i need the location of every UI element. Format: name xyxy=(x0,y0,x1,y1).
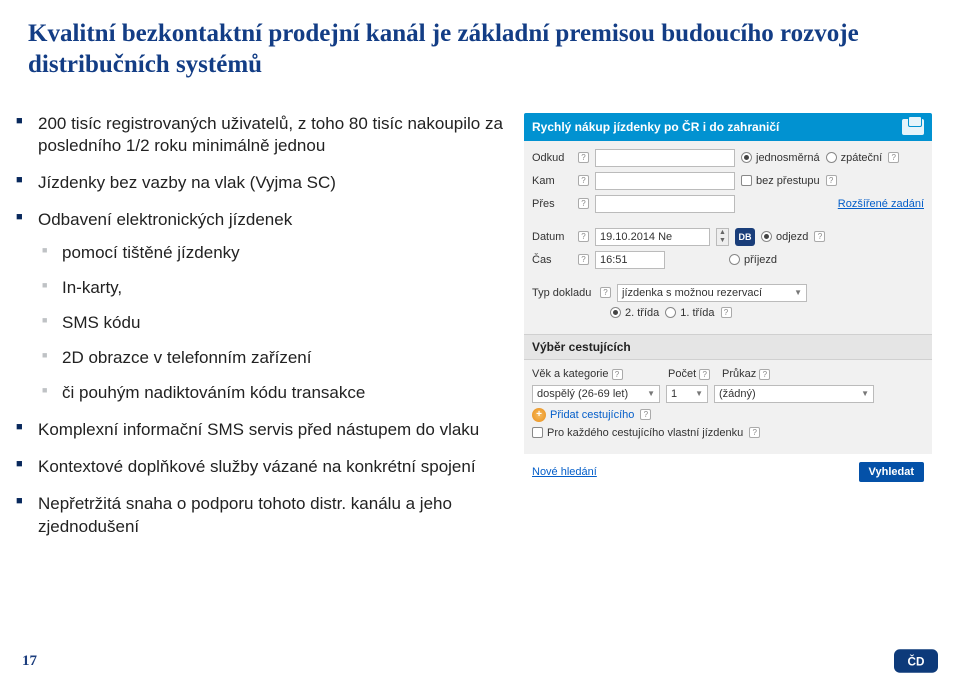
subbullet-item: SMS kódu xyxy=(38,312,504,335)
label-trida1: 1. třída xyxy=(680,307,714,319)
help-icon[interactable]: ? xyxy=(578,175,589,186)
section-title-vyber: Výběr cestujících xyxy=(524,334,932,360)
vek-value: dospělý (26-69 let) xyxy=(537,388,628,400)
help-icon[interactable]: ? xyxy=(814,231,825,242)
page-number: 17 xyxy=(22,653,37,670)
slide-title: Kvalitní bezkontaktní prodejní kanál je … xyxy=(0,0,960,87)
pres-input[interactable] xyxy=(595,195,735,213)
kam-input[interactable] xyxy=(595,172,735,190)
help-icon[interactable]: ? xyxy=(612,369,623,380)
help-icon[interactable]: ? xyxy=(888,152,899,163)
label-datum: Datum xyxy=(532,231,572,243)
help-icon[interactable]: ? xyxy=(640,409,651,420)
bullet-item: 200 tisíc registrovaných uživatelů, z to… xyxy=(14,113,504,159)
db-chip[interactable]: DB xyxy=(735,228,755,246)
label-jednosmerna: jednosměrná xyxy=(756,152,820,164)
help-icon[interactable]: ? xyxy=(759,369,770,380)
vek-select[interactable]: dospělý (26-69 let)▼ xyxy=(532,385,660,403)
help-icon[interactable]: ? xyxy=(699,369,710,380)
label-trida2: 2. třída xyxy=(625,307,659,319)
radio-zpatecni[interactable] xyxy=(826,152,837,163)
label-pres: Přes xyxy=(532,198,572,210)
subbullet-item: 2D obrazce v telefonním zařízení xyxy=(38,347,504,370)
label-prijezd: příjezd xyxy=(744,254,777,266)
checkbox-own-ticket[interactable] xyxy=(532,427,543,438)
cas-input[interactable]: 16:51 xyxy=(595,251,665,269)
checkbox-bezprestupu[interactable] xyxy=(741,175,752,186)
label-odjezd: odjezd xyxy=(776,231,808,243)
label-zpatecni: zpáteční xyxy=(841,152,883,164)
pocet-value: 1 xyxy=(671,388,677,400)
radio-odjezd[interactable] xyxy=(761,231,772,242)
bullet-text: Odbavení elektronických jízdenek xyxy=(38,210,292,229)
help-icon[interactable]: ? xyxy=(578,231,589,242)
add-passenger-text: Přidat cestujícího xyxy=(550,409,634,421)
label-prukaz: Průkaz ? xyxy=(722,368,770,380)
radio-trida2[interactable] xyxy=(610,307,621,318)
label-cas: Čas xyxy=(532,254,572,266)
pocet-select[interactable]: 1▼ xyxy=(666,385,708,403)
bullet-item: Kontextové doplňkové služby vázané na ko… xyxy=(14,456,504,479)
bullet-item: Odbavení elektronických jízdenek pomocí … xyxy=(14,209,504,405)
help-icon[interactable]: ? xyxy=(578,198,589,209)
typdokladu-select[interactable]: jízdenka s možnou rezervací▼ xyxy=(617,284,807,302)
link-rozsirene[interactable]: Rozšířené zadání xyxy=(838,198,924,210)
typdokladu-value: jízdenka s možnou rezervací xyxy=(622,287,762,299)
prukaz-value: (žádný) xyxy=(719,388,756,400)
subbullet-item: pomocí tištěné jízdenky xyxy=(38,242,504,265)
radio-trida1[interactable] xyxy=(665,307,676,318)
add-passenger-link[interactable]: + Přidat cestujícího xyxy=(532,408,634,422)
label-own-ticket: Pro každého cestujícího vlastní jízdenku xyxy=(547,427,743,439)
svg-text:ČD: ČD xyxy=(908,655,925,668)
help-icon[interactable]: ? xyxy=(578,152,589,163)
help-icon[interactable]: ? xyxy=(749,427,760,438)
form-header: Rychlý nákup jízdenky po ČR i do zahrani… xyxy=(524,113,932,141)
bullet-item: Komplexní informační SMS servis před nás… xyxy=(14,419,504,442)
help-icon[interactable]: ? xyxy=(721,307,732,318)
add-icon: + xyxy=(532,408,546,422)
date-spinner[interactable]: ▲▼ xyxy=(716,228,729,246)
label-bezprestupu: bez přestupu xyxy=(756,175,820,187)
prukaz-select[interactable]: (žádný)▼ xyxy=(714,385,874,403)
search-button[interactable]: Vyhledat xyxy=(859,462,924,482)
form-header-text: Rychlý nákup jízdenky po ČR i do zahrani… xyxy=(532,120,779,134)
text-content: 200 tisíc registrovaných uživatelů, z to… xyxy=(14,113,504,553)
label-typdokladu: Typ dokladu xyxy=(532,287,594,299)
tickets-icon xyxy=(902,119,924,135)
radio-jednosmerna[interactable] xyxy=(741,152,752,163)
bullet-item: Nepřetržitá snaha o podporu tohoto distr… xyxy=(14,493,504,539)
ticket-form: Rychlý nákup jízdenky po ČR i do zahrani… xyxy=(524,113,932,553)
datum-input[interactable]: 19.10.2014 Ne xyxy=(595,228,710,246)
link-novehledani[interactable]: Nové hledání xyxy=(532,466,597,478)
cd-logo: ČD xyxy=(894,646,938,676)
label-odkud: Odkud xyxy=(532,152,572,164)
bullet-item: Jízdenky bez vazby na vlak (Vyjma SC) xyxy=(14,172,504,195)
help-icon[interactable]: ? xyxy=(826,175,837,186)
subbullet-item: In-karty, xyxy=(38,277,504,300)
odkud-input[interactable] xyxy=(595,149,735,167)
help-icon[interactable]: ? xyxy=(578,254,589,265)
radio-prijezd[interactable] xyxy=(729,254,740,265)
label-vek: Věk a kategorie ? xyxy=(532,368,662,380)
help-icon[interactable]: ? xyxy=(600,287,611,298)
label-pocet: Počet ? xyxy=(668,368,716,380)
label-kam: Kam xyxy=(532,175,572,187)
subbullet-item: či pouhým nadiktováním kódu transakce xyxy=(38,382,504,405)
